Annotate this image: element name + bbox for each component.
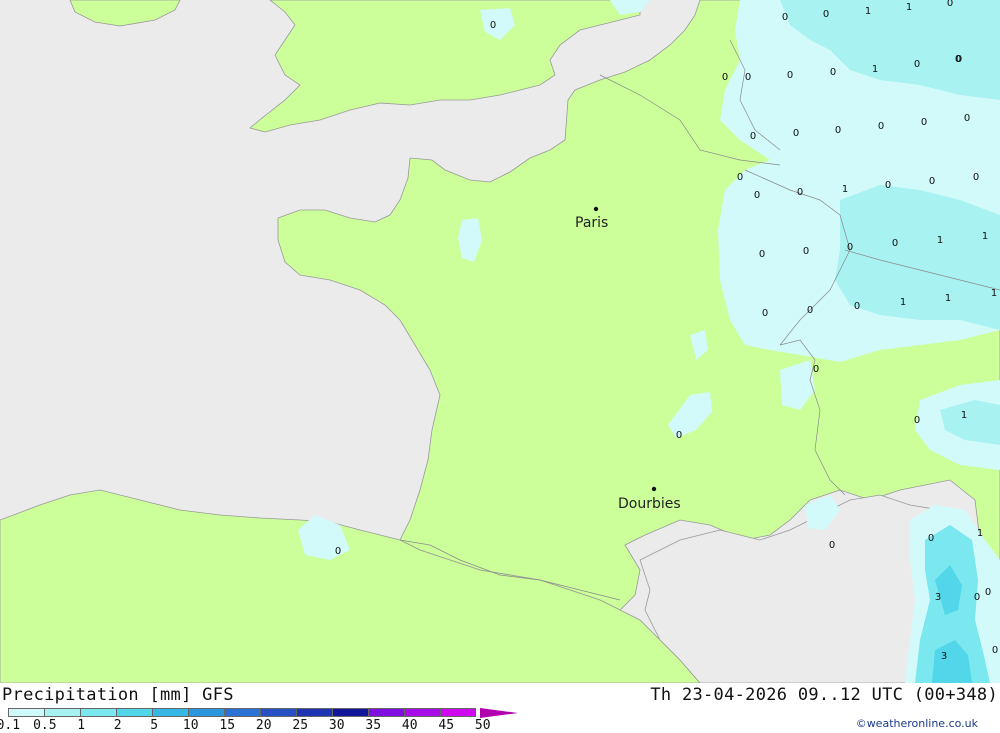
legend-tick-label: 30 xyxy=(328,718,345,733)
precipitation-map: Paris Dourbies 0 0 1 1 0 0 0 0 1 0 0 0 0… xyxy=(0,0,1000,683)
credit-link[interactable]: ©weatheronline.co.uk xyxy=(856,717,978,730)
precip-value: 1 xyxy=(842,184,848,195)
precip-value: 0 xyxy=(985,587,991,598)
legend-swatch xyxy=(404,708,440,717)
color-legend xyxy=(8,708,476,718)
precip-value: 1 xyxy=(977,528,983,539)
legend-swatch xyxy=(332,708,368,717)
forecast-datetime: Th 23-04-2026 09..12 UTC (00+348) xyxy=(650,685,998,705)
precip-value: 0 xyxy=(803,246,809,257)
legend-tick-label: 20 xyxy=(255,718,272,733)
precip-value: 0 xyxy=(847,242,853,253)
precip-value: 0 xyxy=(750,131,756,142)
city-marker-paris xyxy=(593,206,599,212)
legend-tick-label: 35 xyxy=(365,718,382,733)
legend-tick-label: 15 xyxy=(219,718,236,733)
precip-value: 0 xyxy=(676,430,682,441)
precip-value: 0 xyxy=(947,0,953,9)
city-label-paris: Paris xyxy=(575,215,608,231)
precip-value: 0 xyxy=(878,121,884,132)
legend-swatch xyxy=(80,708,116,717)
precip-value: 0 xyxy=(854,301,860,312)
precip-value: 0 xyxy=(955,54,961,65)
precip-value: 0 xyxy=(782,12,788,23)
precip-value: 0 xyxy=(973,172,979,183)
precip-value: 3 xyxy=(935,592,941,603)
precip-value: 0 xyxy=(964,113,970,124)
precip-value: 0 xyxy=(829,540,835,551)
legend-tick-label: 5 xyxy=(150,718,159,733)
precip-value: 0 xyxy=(762,308,768,319)
legend-tick-label: 50 xyxy=(474,718,491,733)
precip-value: 1 xyxy=(865,6,871,17)
precip-value: 1 xyxy=(872,64,878,75)
city-marker-dourbies xyxy=(651,486,657,492)
legend-swatch xyxy=(152,708,188,717)
precip-value: 1 xyxy=(906,2,912,13)
precip-value: 0 xyxy=(754,190,760,201)
map-title: Precipitation [mm] GFS xyxy=(2,685,234,705)
precip-value: 0 xyxy=(335,546,341,557)
precip-value: 0 xyxy=(797,187,803,198)
legend-swatch xyxy=(260,708,296,717)
precip-value: 1 xyxy=(900,297,906,308)
legend-tick-label: 1 xyxy=(77,718,86,733)
legend-tick-label: 45 xyxy=(438,718,455,733)
precip-value: 0 xyxy=(823,9,829,20)
precip-value: 1 xyxy=(937,235,943,246)
legend-arrow xyxy=(480,708,518,718)
precip-value: 0 xyxy=(787,70,793,81)
legend-swatch xyxy=(440,708,476,717)
precip-value: 0 xyxy=(914,59,920,70)
legend-ticks: 0.1 0.5 1 2 5 10 15 20 25 30 35 40 45 50 xyxy=(0,718,560,733)
map-footer: Precipitation [mm] GFS Th 23-04-2026 09.… xyxy=(0,683,1000,733)
precip-value: 0 xyxy=(722,72,728,83)
precip-value: 3 xyxy=(941,651,947,662)
legend-swatch xyxy=(224,708,260,717)
precip-value: 0 xyxy=(892,238,898,249)
precip-value: 0 xyxy=(914,415,920,426)
legend-swatch xyxy=(8,708,44,717)
legend-swatch xyxy=(188,708,224,717)
precip-value: 1 xyxy=(982,231,988,242)
legend-tick-label: 25 xyxy=(292,718,309,733)
precip-value: 0 xyxy=(992,645,998,656)
precip-value: 0 xyxy=(745,72,751,83)
legend-tick-label: 2 xyxy=(113,718,122,733)
precip-value: 0 xyxy=(928,533,934,544)
precip-value: 0 xyxy=(793,128,799,139)
precip-value: 0 xyxy=(921,117,927,128)
precip-value: 1 xyxy=(961,410,967,421)
precip-value: 0 xyxy=(885,180,891,191)
legend-tick-label: 0.1 xyxy=(0,718,21,733)
legend-swatch xyxy=(116,708,152,717)
precip-value: 1 xyxy=(945,293,951,304)
legend-swatch xyxy=(368,708,404,717)
precip-value: 0 xyxy=(830,67,836,78)
precip-value: 1 xyxy=(991,288,997,299)
precip-value: 0 xyxy=(737,172,743,183)
legend-tick-label: 10 xyxy=(182,718,199,733)
precip-value: 0 xyxy=(759,249,765,260)
precip-value: 0 xyxy=(974,592,980,603)
precip-value: 0 xyxy=(929,176,935,187)
precip-value: 0 xyxy=(813,364,819,375)
city-label-dourbies: Dourbies xyxy=(618,496,681,512)
precip-value: 0 xyxy=(835,125,841,136)
precip-value: 0 xyxy=(807,305,813,316)
legend-tick-label: 40 xyxy=(401,718,418,733)
legend-tick-label: 0.5 xyxy=(33,718,57,733)
legend-swatch xyxy=(296,708,332,717)
precip-value: 0 xyxy=(490,20,496,31)
legend-swatch xyxy=(44,708,80,717)
